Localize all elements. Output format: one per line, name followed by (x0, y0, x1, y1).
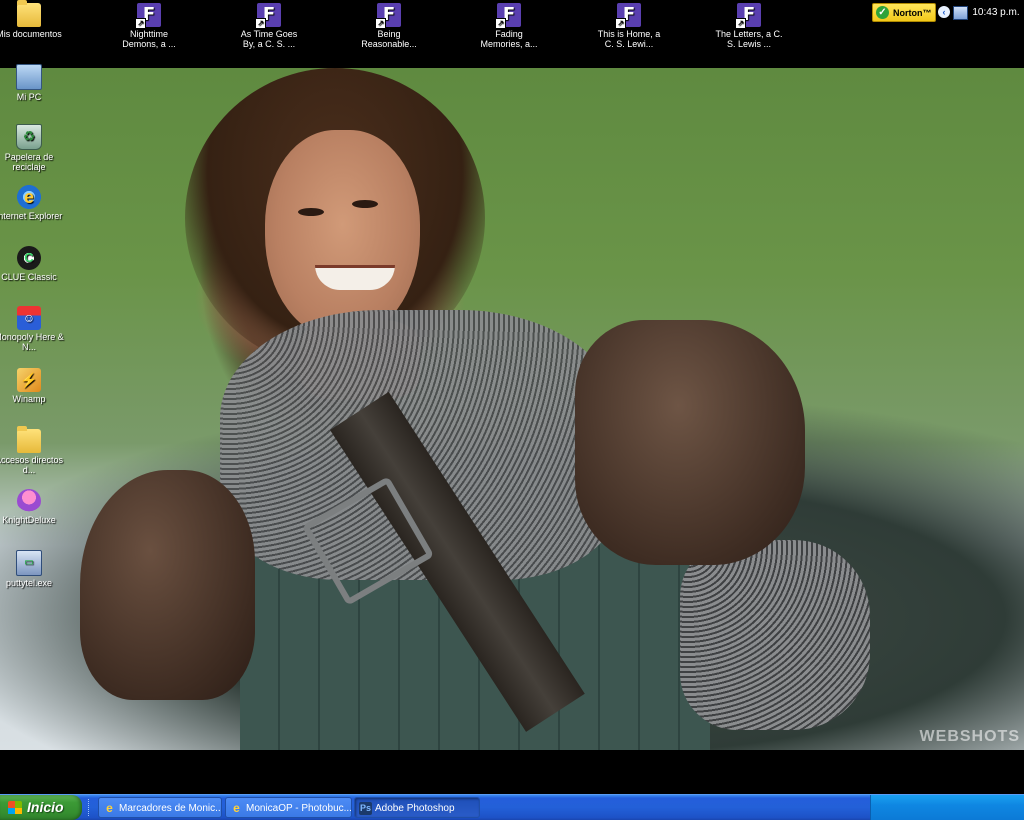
tray-clock[interactable]: 10:43 p.m. (970, 0, 1022, 25)
wallpaper-figure-chainmail-arm (680, 540, 870, 730)
desktop-icon-label: puttytel.exe (5, 578, 53, 588)
shortcut-f-icon: F ↗ (735, 3, 761, 29)
internet-explorer-icon: e (17, 185, 41, 209)
checkmark-icon: ✓ (876, 6, 889, 19)
desktop-icon-mi-pc[interactable]: Mi PC (0, 64, 66, 102)
computer-icon (16, 64, 42, 90)
desktop-icon-label: Mis documentos (0, 29, 62, 39)
task-button-photobucket[interactable]: e MonicaOP - Photobuc... (225, 797, 352, 818)
desktop-icon-label: CLUE Classic (1, 272, 57, 282)
desktop-icon-internet-explorer[interactable]: e Internet Explorer (0, 185, 66, 221)
shortcut-f-icon: F ↗ (135, 3, 161, 29)
desktop-icon-label: Monopoly Here & N... (0, 332, 64, 352)
task-button-label: Marcadores de Monic... (119, 803, 222, 814)
shortcut-f-icon: F ↗ (375, 3, 401, 29)
clue-icon: C (17, 246, 41, 270)
desktop-icon-label: As Time Goes By, a C. S. ... (240, 29, 298, 49)
desktop-icon-label: Mi PC (16, 92, 42, 102)
desktop-icon-label: Internet Explorer (0, 211, 63, 221)
desktop-icon-accesos-directos[interactable]: Accesos directos d... (0, 426, 66, 475)
wallpaper-figure-eye-right (352, 200, 378, 208)
windows-logo-icon (8, 801, 22, 814)
internet-explorer-icon: e (106, 801, 113, 815)
photoshop-icon: Ps (359, 802, 372, 815)
task-button-adobe-photoshop[interactable]: Ps Adobe Photoshop (354, 797, 480, 818)
desktop-icon-monopoly[interactable]: ☺ Monopoly Here & N... (0, 306, 66, 352)
start-button-label: Inicio (27, 799, 64, 815)
wallpaper-figure-face (265, 130, 420, 340)
start-button[interactable]: Inicio (0, 795, 82, 820)
shortcut-f-icon: F ↗ (495, 3, 521, 29)
desktop-icon-label: This is Home, a C. S. Lewi... (597, 29, 661, 49)
desktop-icon-the-letters[interactable]: F ↗ The Letters, a C. S. Lewis ... (712, 3, 786, 49)
putty-icon: ▭ (16, 550, 42, 576)
desktop-icon-label: Fading Memories, a... (480, 29, 538, 49)
network-icon[interactable] (953, 6, 968, 20)
taskbar-separator[interactable] (88, 799, 92, 816)
desktop-icon-label: Winamp (12, 394, 46, 404)
desktop-icon-label: The Letters, a C. S. Lewis ... (715, 29, 783, 49)
winamp-icon: ⚡ (17, 368, 41, 392)
folder-icon (17, 0, 41, 27)
task-button-label: MonicaOP - Photobuc... (246, 803, 352, 814)
desktop-icon-label: Accesos directos d... (0, 455, 64, 475)
monopoly-icon: ☺ (17, 306, 41, 330)
desktop-icon-label: KnightDeluxe (2, 515, 56, 525)
desktop-icon-label: Nighttime Demons, a ... (122, 29, 176, 49)
wallpaper-figure-eye-left (298, 208, 324, 216)
norton-tray-button[interactable]: ✓ Norton™ (872, 3, 936, 22)
internet-explorer-icon: e (233, 801, 240, 815)
folder-icon (17, 426, 41, 453)
task-button-marcadores[interactable]: e Marcadores de Monic... (98, 797, 222, 818)
wallpaper-figure-smile (315, 265, 395, 290)
wallpaper-figure-pauldron-left (80, 470, 255, 700)
knight-deluxe-icon (17, 489, 41, 513)
wallpaper-figure-pauldron-right (575, 320, 805, 565)
shortcut-f-icon: F ↗ (255, 3, 281, 29)
desktop-icon-knightdeluxe[interactable]: KnightDeluxe (0, 489, 66, 525)
desktop-icon-as-time-goes-by[interactable]: F ↗ As Time Goes By, a C. S. ... (232, 3, 306, 49)
desktop-icon-fading-memories[interactable]: F ↗ Fading Memories, a... (472, 3, 546, 49)
desktop-icon-clue-classic[interactable]: C CLUE Classic (0, 246, 66, 282)
desktop-icon-being-reasonable[interactable]: F ↗ Being Reasonable... (352, 3, 426, 49)
desktop-icon-winamp[interactable]: ⚡ Winamp (0, 368, 66, 404)
recycle-bin-icon: ♻ (16, 124, 42, 150)
desktop-icon-puttytel[interactable]: ▭ puttytel.exe (0, 550, 66, 588)
tray-expand-chevron-icon[interactable]: ‹ (938, 6, 950, 18)
wallpaper-watermark: WEBSHOTS (919, 728, 1020, 745)
desktop-icon-label: Papelera de reciclaje (4, 152, 54, 172)
desktop-icon-papelera[interactable]: ♻ Papelera de reciclaje (0, 124, 66, 172)
shortcut-f-icon: F ↗ (615, 3, 641, 29)
system-tray (870, 795, 1024, 820)
taskbar: Inicio e Marcadores de Monic... e Monica… (0, 794, 1024, 820)
desktop-icon-nighttime-demons[interactable]: F ↗ Nighttime Demons, a ... (112, 3, 186, 49)
norton-label: Norton™ (893, 8, 932, 18)
desktop-icon-label: Being Reasonable... (361, 29, 417, 49)
task-button-label: Adobe Photoshop (375, 803, 455, 814)
desktop-icon-this-is-home[interactable]: F ↗ This is Home, a C. S. Lewi... (592, 3, 666, 49)
desktop-icon-mis-documentos[interactable]: Mis documentos (0, 0, 66, 39)
